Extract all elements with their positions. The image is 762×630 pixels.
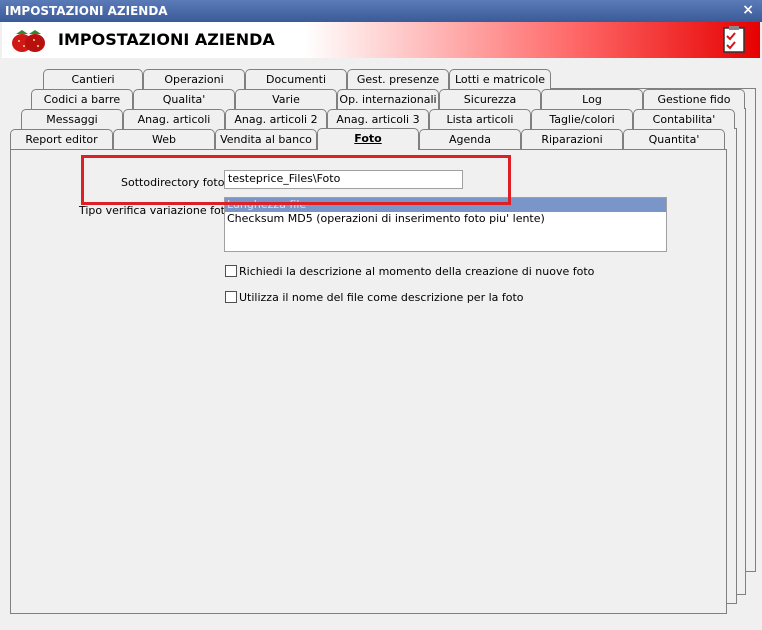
- tab-gest-presenze[interactable]: Gest. presenze: [347, 69, 449, 89]
- tab-anag-articoli-2[interactable]: Anag. articoli 2: [225, 109, 327, 129]
- tab-log[interactable]: Log: [541, 89, 643, 109]
- verify-label: Tipo verifica variazione foto :: [79, 204, 239, 217]
- header-title: IMPOSTAZIONI AZIENDA: [58, 30, 275, 49]
- tab-quantita[interactable]: Quantita': [623, 129, 725, 149]
- highlight-box: [81, 155, 511, 205]
- tab-qualita[interactable]: Qualita': [133, 89, 235, 109]
- tab-anag-articoli-3[interactable]: Anag. articoli 3: [327, 109, 429, 129]
- header-banner: IMPOSTAZIONI AZIENDA: [2, 22, 760, 59]
- tab-varie[interactable]: Varie: [235, 89, 337, 109]
- verify-listbox[interactable]: Lunghezza file Checksum MD5 (operazioni …: [224, 197, 667, 252]
- strawberries-icon: [12, 30, 45, 52]
- close-button[interactable]: ×: [742, 2, 754, 18]
- title-bar: IMPOSTAZIONI AZIENDA ×: [0, 0, 762, 22]
- filename-desc-label: Utilizza il nome del file come descrizio…: [239, 291, 524, 304]
- tab-operazioni[interactable]: Operazioni: [143, 69, 245, 89]
- tab-messaggi[interactable]: Messaggi: [21, 109, 123, 129]
- tab-web[interactable]: Web: [113, 129, 215, 149]
- tab-gestione-fido[interactable]: Gestione fido: [643, 89, 745, 109]
- tab-sicurezza[interactable]: Sicurezza: [439, 89, 541, 109]
- describe-new-label: Richiedi la descrizione al momento della…: [239, 265, 595, 278]
- tab-foto[interactable]: Foto: [317, 128, 419, 150]
- tab-vendita-banco[interactable]: Vendita al banco: [215, 129, 317, 149]
- tab-lotti-matricole[interactable]: Lotti e matricole: [449, 69, 551, 89]
- tab-riparazioni[interactable]: Riparazioni: [521, 129, 623, 149]
- tab-lista-articoli[interactable]: Lista articoli: [429, 109, 531, 129]
- tab-cantieri[interactable]: Cantieri: [43, 69, 143, 89]
- tab-op-internazionali[interactable]: Op. internazionali: [337, 89, 439, 109]
- tab-report-editor[interactable]: Report editor: [10, 129, 113, 149]
- tab-anag-articoli[interactable]: Anag. articoli: [123, 109, 225, 129]
- tab-documenti[interactable]: Documenti: [245, 69, 347, 89]
- filename-desc-checkbox[interactable]: [225, 291, 237, 303]
- tab-codici-barre[interactable]: Codici a barre: [31, 89, 133, 109]
- checklist-icon[interactable]: [722, 26, 746, 54]
- window-title: IMPOSTAZIONI AZIENDA: [5, 4, 168, 18]
- tab-agenda[interactable]: Agenda: [419, 129, 521, 149]
- tab-contabilita[interactable]: Contabilita': [633, 109, 735, 129]
- list-item[interactable]: Checksum MD5 (operazioni di inserimento …: [225, 212, 666, 226]
- describe-new-checkbox[interactable]: [225, 265, 237, 277]
- tab-taglie-colori[interactable]: Taglie/colori: [531, 109, 633, 129]
